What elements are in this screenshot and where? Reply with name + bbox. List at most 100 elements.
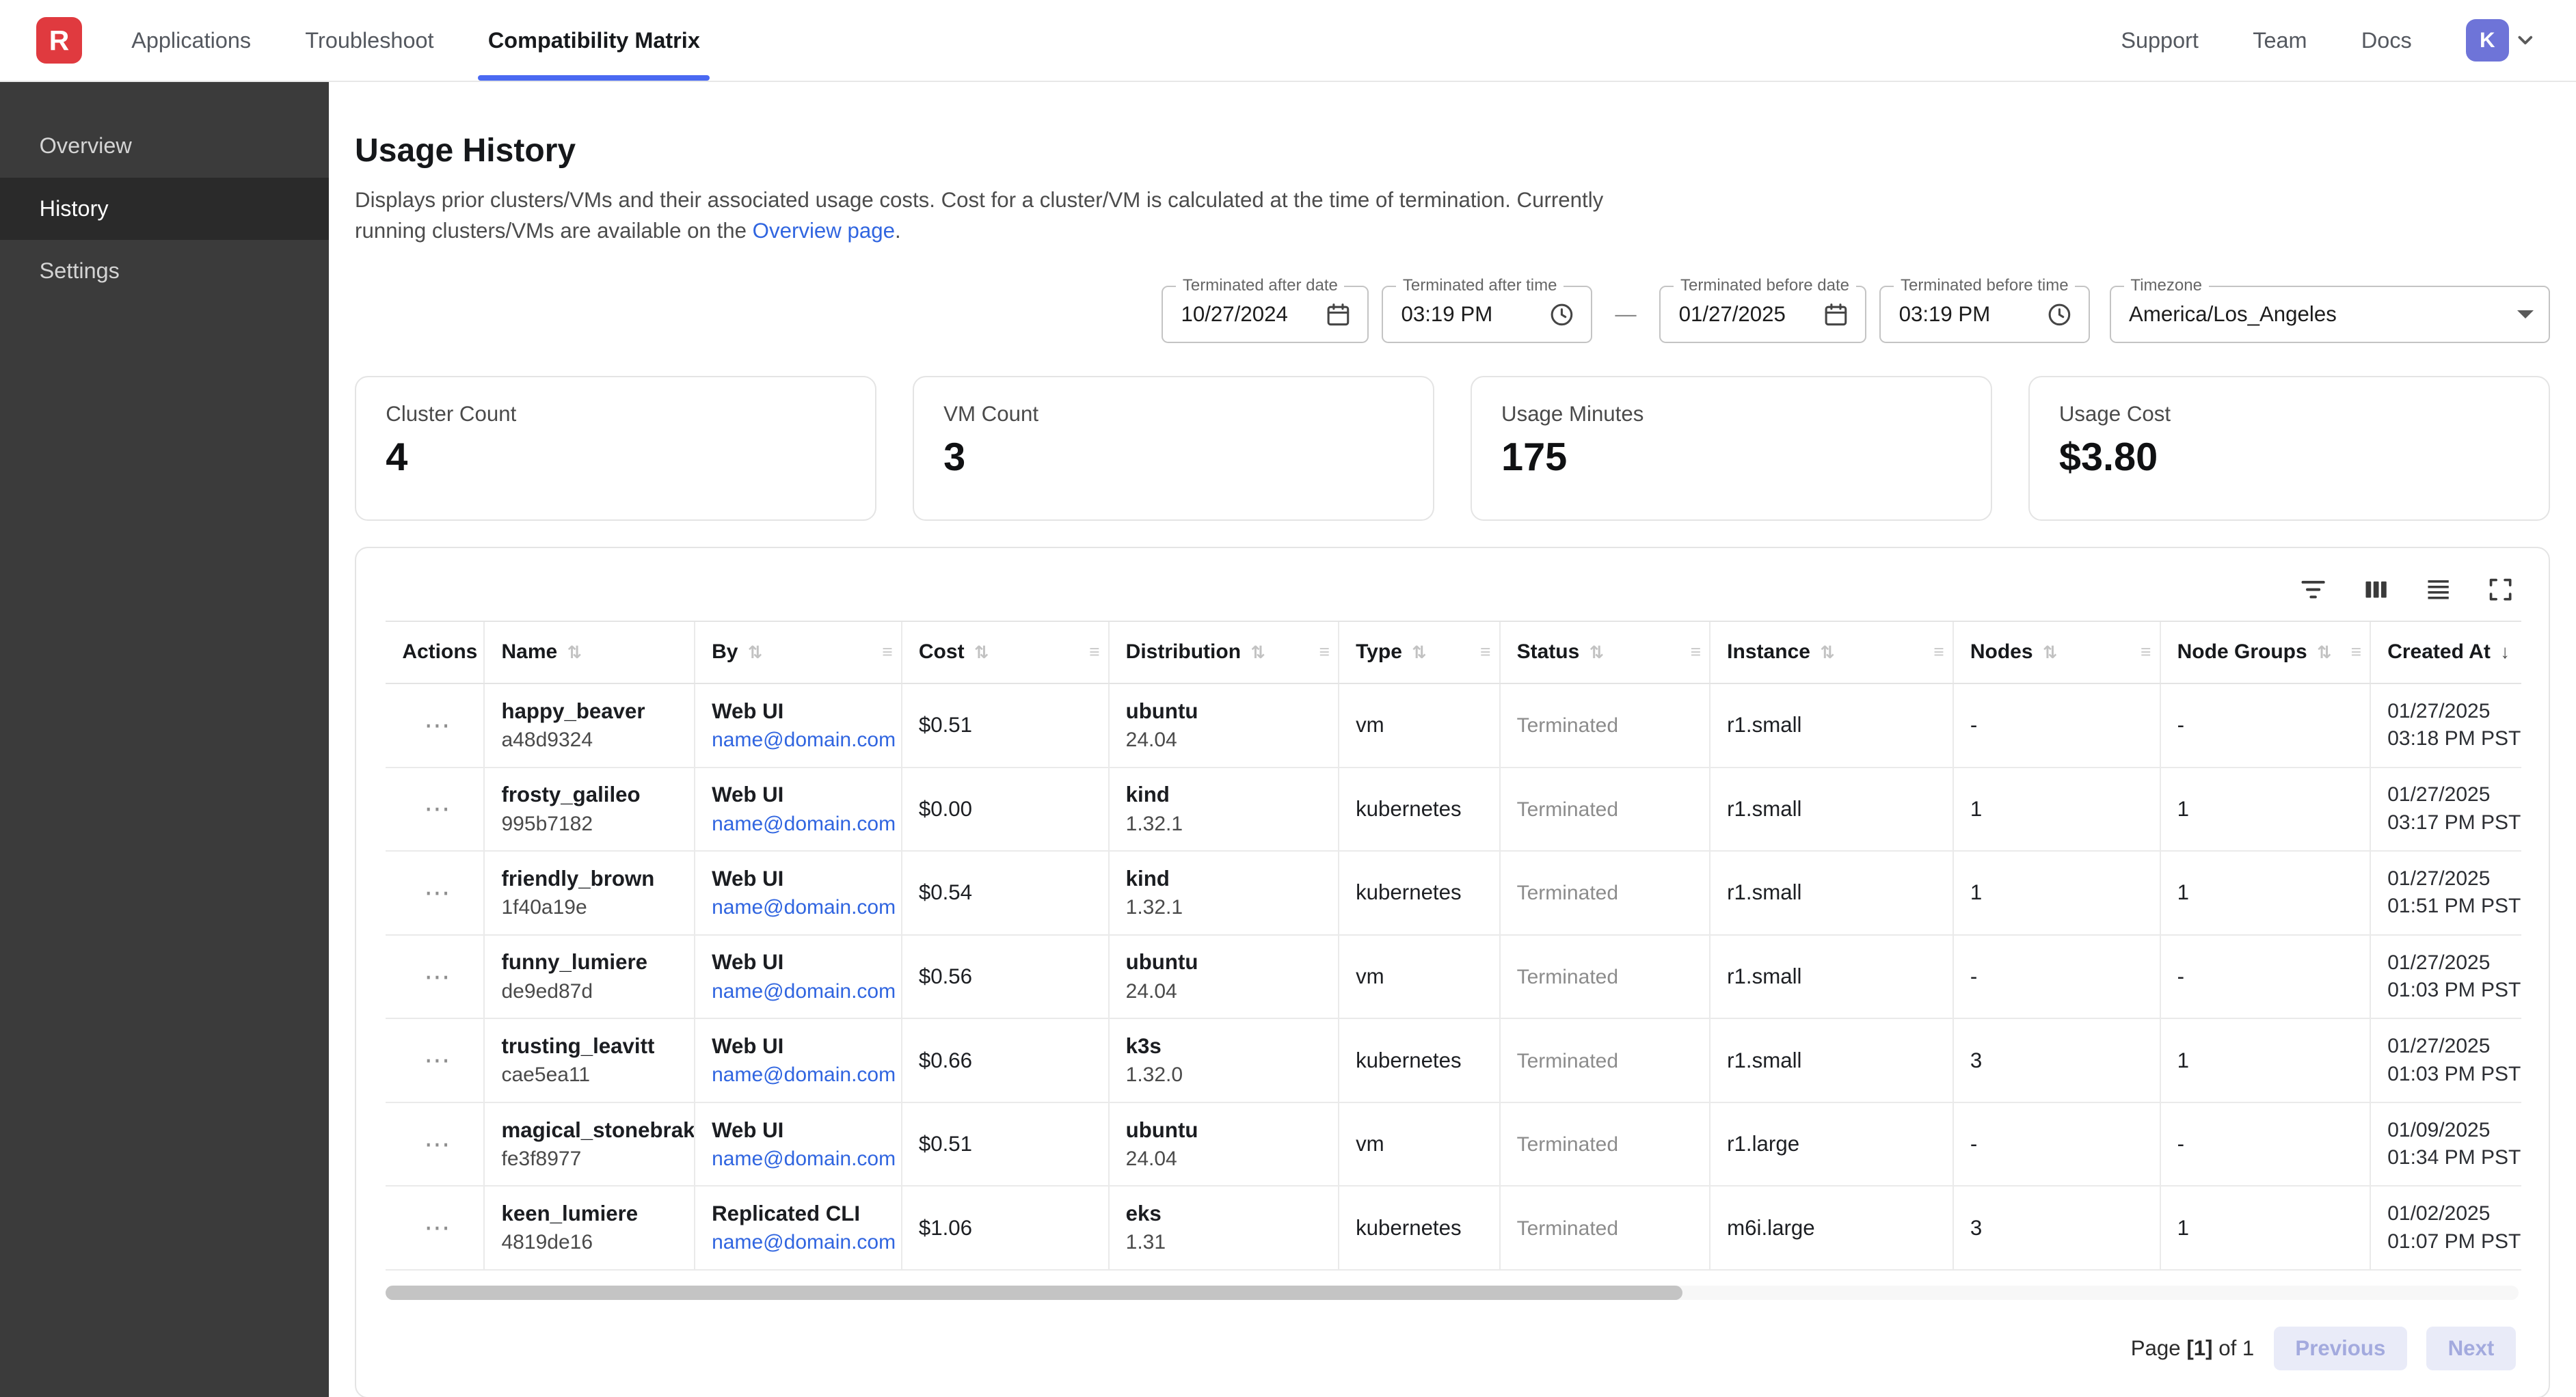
column-menu-icon[interactable]: ≡ [1319,642,1330,663]
sort-icon[interactable]: ⇅ [567,643,582,662]
column-label: Actions [402,640,477,663]
field-value[interactable]: 03:19 PM [1899,302,1991,327]
overview-page-link[interactable]: Overview page [753,219,895,243]
row-actions-button[interactable]: ⋯ [424,1046,452,1075]
row-actions-button[interactable]: ⋯ [424,962,452,992]
horizontal-scrollbar[interactable] [386,1286,2519,1301]
nav-item-compatibility-matrix[interactable]: Compatibility Matrix [488,0,700,81]
field-value[interactable]: 03:19 PM [1401,302,1493,327]
sort-icon[interactable]: ⇅ [2043,643,2057,662]
row-actions-button[interactable]: ⋯ [424,878,452,908]
nodes-value: 1 [1970,797,1982,821]
column-header-actions[interactable]: Actions [386,621,484,683]
creator-email-link[interactable]: name@domain.com [712,1148,891,1171]
nav-item-docs[interactable]: Docs [2361,28,2412,53]
columns-icon[interactable] [2361,575,2391,604]
field-value[interactable]: America/Los_Angeles [2129,302,2337,327]
field-value[interactable]: 10/27/2024 [1181,302,1288,327]
fullscreen-icon[interactable] [2486,575,2515,604]
column-header-node_groups[interactable]: Node Groups⇅≡ [2160,621,2371,683]
cluster-name: funny_lumiere [501,950,684,975]
nav-item-troubleshoot[interactable]: Troubleshoot [305,0,433,81]
distribution-name: k3s [1126,1034,1328,1059]
creator-email-link[interactable]: name@domain.com [712,1231,891,1254]
created-date: 01/27/2025 [2387,949,2512,977]
table-row: ⋯ funny_lumiere de9ed87d Web UI name@dom… [386,935,2521,1019]
column-menu-icon[interactable]: ≡ [2141,642,2151,663]
created-time: 01:07 PM PST [2387,1228,2512,1256]
column-menu-icon[interactable]: ≡ [1089,642,1099,663]
column-header-distribution[interactable]: Distribution ⇅ ≡ [1109,621,1339,683]
type-value: kubernetes [1356,797,1462,821]
distribution-name: kind [1126,783,1328,807]
column-menu-icon[interactable]: ≡ [1480,642,1490,663]
previous-page-button[interactable]: Previous [2274,1327,2406,1371]
replicated-logo[interactable]: R [36,17,82,63]
column-menu-icon[interactable]: ≡ [882,642,892,663]
next-page-button[interactable]: Next [2426,1327,2515,1371]
sort-icon[interactable]: ⇅ [748,643,762,662]
sidebar-item-settings[interactable]: Settings [0,240,329,302]
table-row: ⋯ frosty_galileo 995b7182 Web UI name@do… [386,768,2521,852]
cost-value: $0.54 [919,880,972,904]
sort-icon[interactable]: ⇅ [1250,643,1265,662]
column-header-status[interactable]: Status⇅≡ [1500,621,1710,683]
column-menu-icon[interactable]: ≡ [1691,642,1701,663]
nav-item-team[interactable]: Team [2253,28,2307,53]
avatar[interactable]: K [2466,19,2508,62]
nav-item-support[interactable]: Support [2121,28,2199,53]
creator-email-link[interactable]: name@domain.com [712,729,891,752]
field-value[interactable]: 01/27/2025 [1679,302,1786,327]
user-menu[interactable]: K [2466,19,2536,62]
type-value: vm [1356,964,1384,988]
calendar-icon[interactable] [1324,301,1352,329]
terminated-after-date-field[interactable]: Terminated after date 10/27/2024 [1162,286,1369,343]
clock-icon[interactable] [1548,301,1576,329]
instance-value: r1.small [1727,964,1801,988]
nav-item-applications[interactable]: Applications [131,0,251,81]
terminated-before-date-field[interactable]: Terminated before date 01/27/2025 [1659,286,1866,343]
column-header-instance[interactable]: Instance⇅≡ [1710,621,1953,683]
row-actions-button[interactable]: ⋯ [424,794,452,824]
page-indicator: Page [1] of 1 [2131,1336,2255,1361]
column-header-created_at[interactable]: Created At↓ [2370,621,2521,683]
timezone-select[interactable]: Timezone America/Los_Angeles [2110,286,2550,343]
column-header-name[interactable]: Name⇅ [484,621,695,683]
sort-icon[interactable]: ⇅ [1589,643,1604,662]
main-content: Usage History Displays prior clusters/VM… [329,82,2576,1397]
creator-email-link[interactable]: name@domain.com [712,896,891,919]
chevron-down-icon[interactable] [2514,29,2537,52]
instance-value: r1.small [1727,880,1801,904]
sidebar-item-overview[interactable]: Overview [0,115,329,177]
created-date: 01/27/2025 [2387,1033,2512,1061]
sort-icon[interactable]: ⇅ [1412,643,1426,662]
clock-icon[interactable] [2045,301,2074,329]
created-date: 01/02/2025 [2387,1200,2512,1228]
sort-desc-icon[interactable]: ↓ [2500,641,2510,662]
creator-email-link[interactable]: name@domain.com [712,813,891,836]
column-header-nodes[interactable]: Nodes⇅≡ [1953,621,2160,683]
sort-icon[interactable]: ⇅ [974,643,989,662]
density-icon[interactable] [2424,575,2453,604]
column-menu-icon[interactable]: ≡ [1933,642,1944,663]
distribution-version: 1.31 [1126,1231,1328,1254]
scrollbar-thumb[interactable] [386,1286,1682,1301]
page-label-prefix: Page [2131,1336,2187,1360]
filter-icon[interactable] [2298,575,2328,604]
sort-icon[interactable]: ⇅ [1820,643,1834,662]
column-header-cost[interactable]: Cost⇅≡ [902,621,1109,683]
row-actions-button[interactable]: ⋯ [424,711,452,740]
creator-email-link[interactable]: name@domain.com [712,1063,891,1087]
terminated-before-time-field[interactable]: Terminated before time 03:19 PM [1879,286,2090,343]
column-label: Distribution [1126,640,1241,663]
column-header-by[interactable]: By⇅≡ [695,621,902,683]
column-header-type[interactable]: Type⇅≡ [1339,621,1500,683]
column-menu-icon[interactable]: ≡ [2351,642,2361,663]
calendar-icon[interactable] [1822,301,1850,329]
sort-icon[interactable]: ⇅ [2317,643,2331,662]
creator-email-link[interactable]: name@domain.com [712,980,891,1003]
row-actions-button[interactable]: ⋯ [424,1213,452,1243]
sidebar-item-history[interactable]: History [0,178,329,240]
row-actions-button[interactable]: ⋯ [424,1130,452,1159]
terminated-after-time-field[interactable]: Terminated after time 03:19 PM [1382,286,1592,343]
